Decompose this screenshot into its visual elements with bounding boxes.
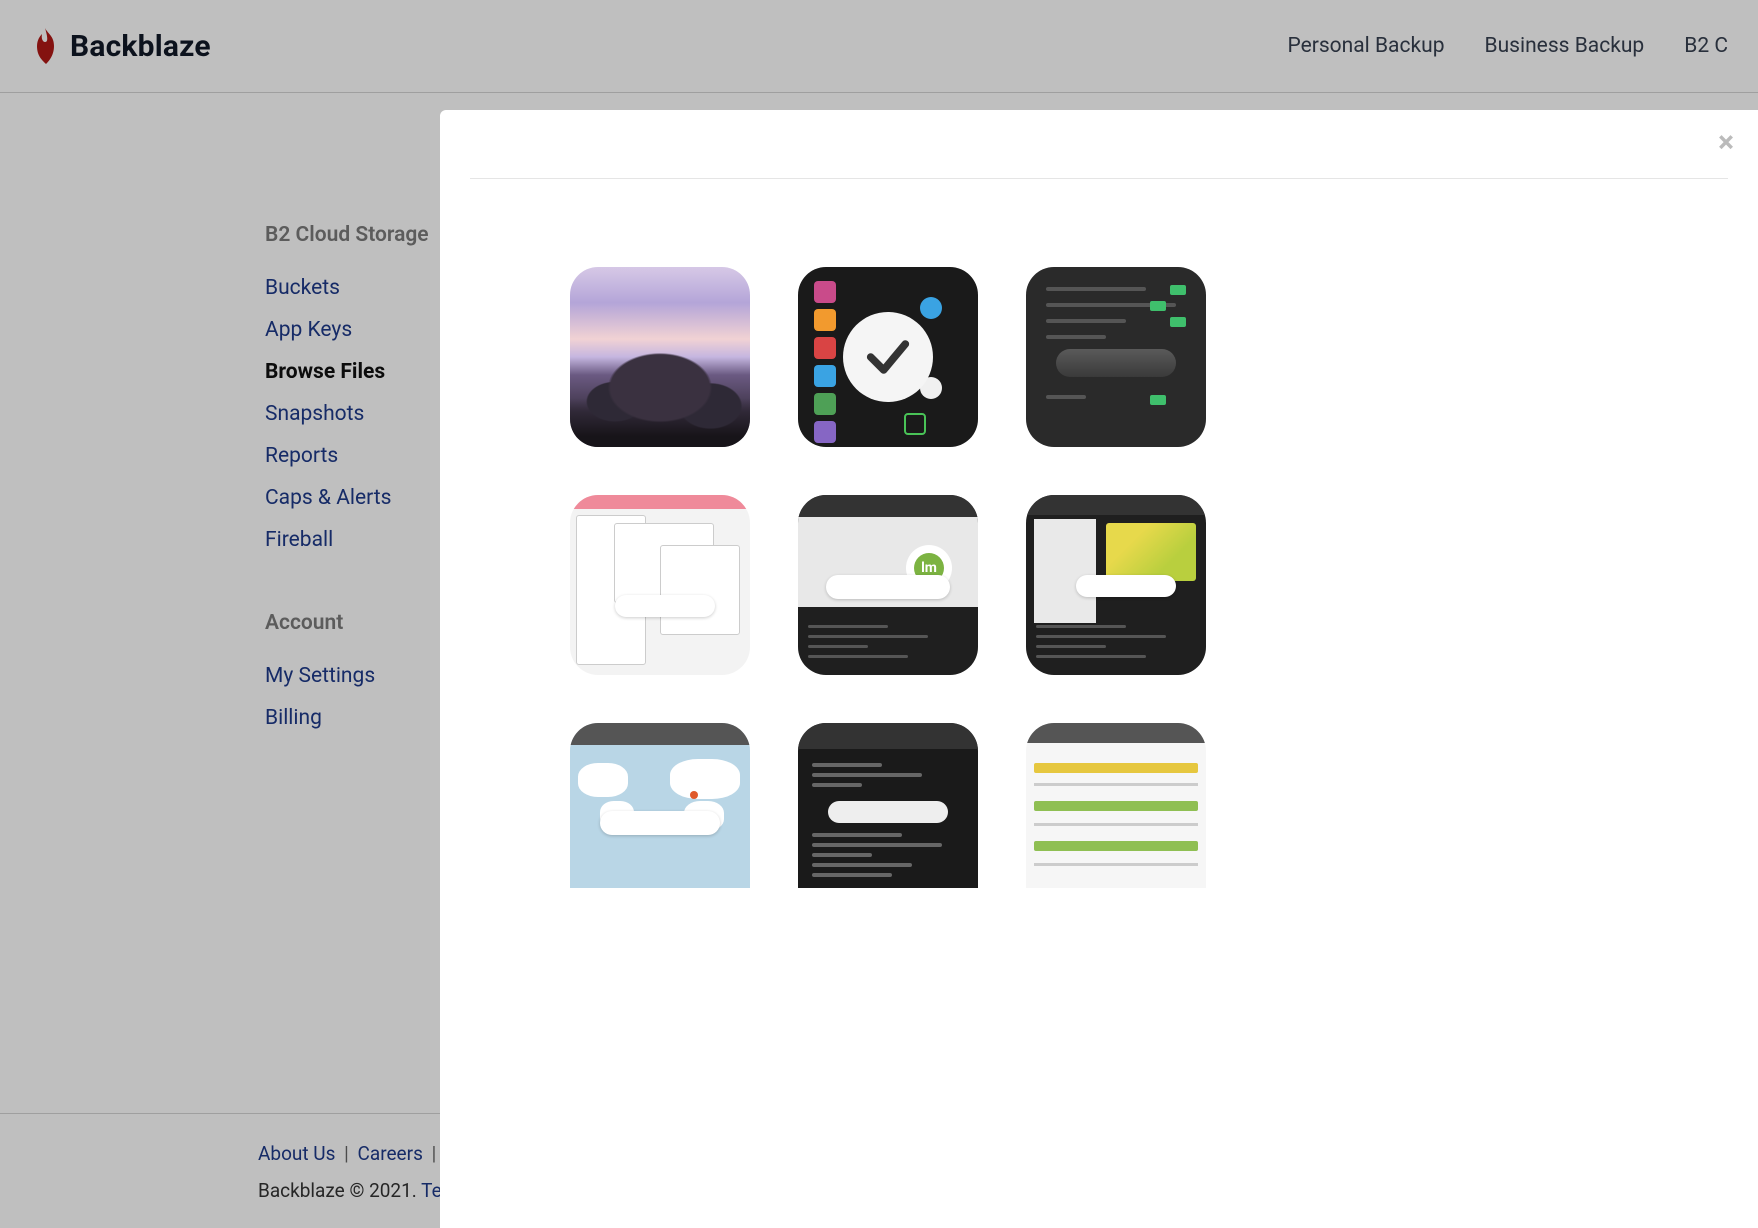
thumb-mountain-photo[interactable] xyxy=(570,267,750,447)
file-preview-modal: × xyxy=(440,110,1758,1228)
thumb-light-report[interactable] xyxy=(1026,723,1206,888)
thumb-terminal-lm[interactable]: lm xyxy=(798,495,978,675)
thumb-world-map[interactable] xyxy=(570,723,750,888)
check-icon xyxy=(843,312,933,402)
thumb-dark-code[interactable] xyxy=(798,723,978,888)
thumb-windows-collage[interactable] xyxy=(570,495,750,675)
thumbnail-grid: lm xyxy=(470,179,1728,888)
thumb-photo-panel[interactable] xyxy=(1026,495,1206,675)
close-icon[interactable]: × xyxy=(1718,128,1734,158)
thumb-dark-form[interactable] xyxy=(1026,267,1206,447)
thumb-settings-check[interactable] xyxy=(798,267,978,447)
